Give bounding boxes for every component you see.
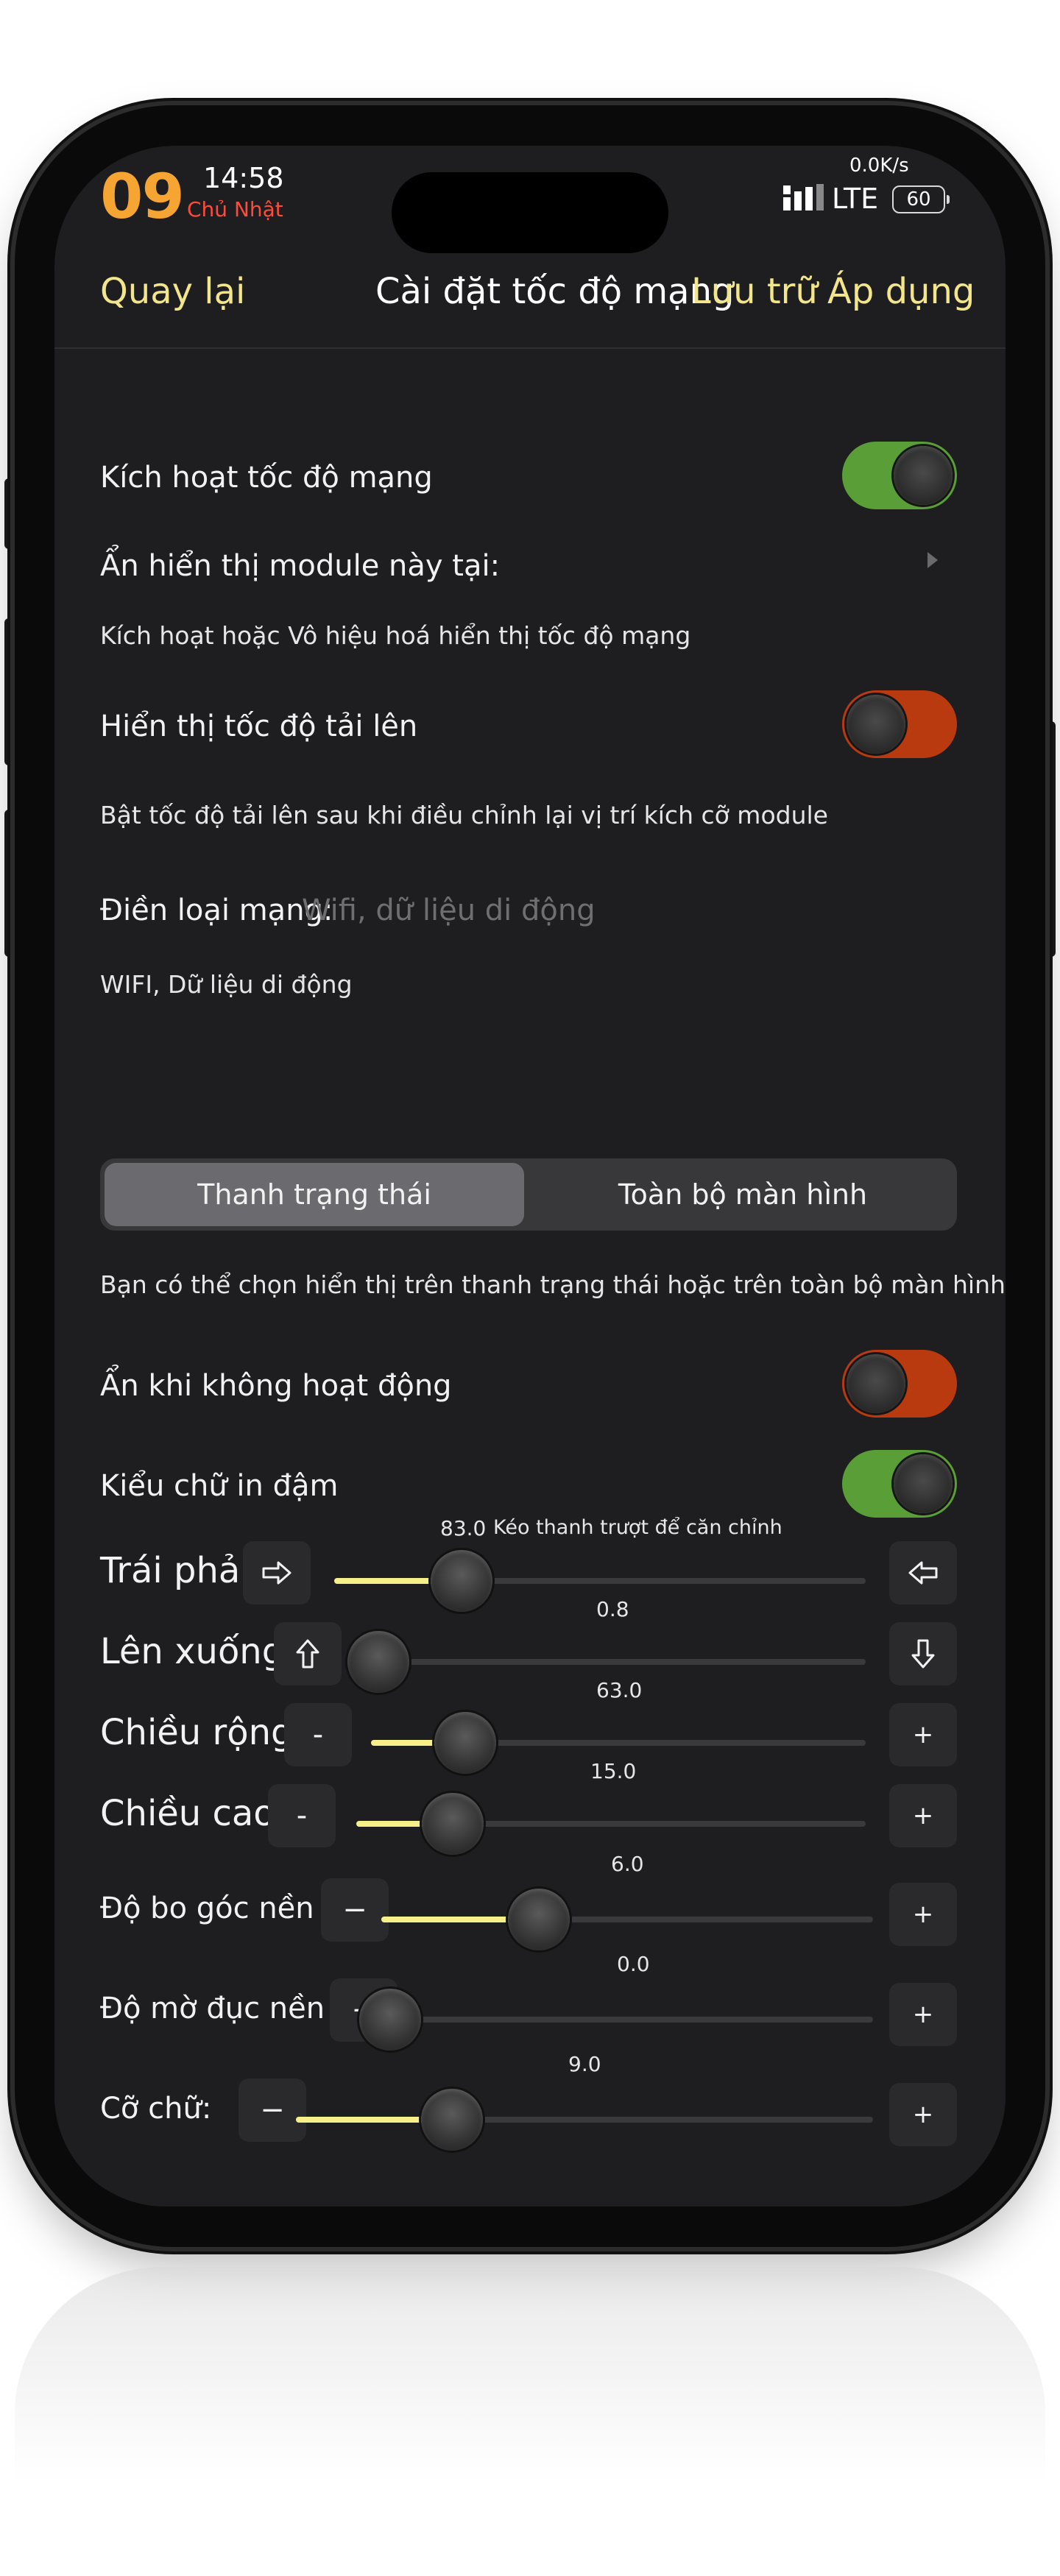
arrow-up-button[interactable] (274, 1622, 342, 1685)
bold-font-toggle[interactable] (842, 1450, 957, 1518)
slider-thumb[interactable] (359, 1989, 421, 2050)
slider-thumb[interactable] (431, 1550, 492, 1612)
arrow-left-icon (908, 1561, 938, 1585)
action-button (4, 478, 15, 549)
network-type-label: Điền loại mạng: (100, 894, 333, 927)
slider-thumb[interactable] (422, 1793, 484, 1855)
save-button[interactable]: Lưu trữ (691, 271, 818, 312)
slider-thumb[interactable] (347, 1631, 409, 1693)
toggle-knob (894, 1454, 953, 1513)
dynamic-island (392, 172, 668, 253)
hide-inactive-label: Ẩn khi không hoạt động (100, 1369, 452, 1403)
up-down-slider[interactable] (347, 1631, 866, 1693)
height-label: Chiều cao (100, 1793, 275, 1834)
height-increase-button[interactable]: + (889, 1784, 957, 1847)
status-network: LTE (832, 183, 879, 215)
slider-thumb[interactable] (421, 2089, 483, 2151)
status-weekday: Chủ Nhật (187, 197, 283, 222)
font-size-slider[interactable] (296, 2089, 873, 2151)
display-mode-note: Bạn có thể chọn hiển thị trên thanh trạn… (100, 1270, 1006, 1299)
network-type-note: WIFI, Dữ liệu di động (100, 970, 353, 999)
left-right-hint: Kéo thanh trượt để căn chỉnh (493, 1516, 782, 1539)
toggle-knob (894, 446, 953, 505)
network-type-input[interactable]: Wifi, dữ liệu di động (302, 894, 596, 927)
nav-bar: Quay lại Cài đặt tốc độ mạng Lưu trữ Áp … (54, 256, 1006, 349)
arrow-right-icon (262, 1561, 292, 1585)
font-size-increase-button[interactable]: + (889, 2083, 957, 2146)
arrow-left-button[interactable] (889, 1541, 957, 1604)
width-decrease-button[interactable]: - (284, 1703, 352, 1766)
height-value: 15.0 (590, 1759, 637, 1783)
upload-speed-toggle[interactable] (842, 690, 957, 758)
hide-module-label: Ẩn hiển thị module này tại: (100, 549, 501, 583)
slider-thumb[interactable] (434, 1712, 496, 1774)
enable-speed-toggle[interactable] (842, 442, 957, 509)
corner-slider[interactable] (381, 1889, 873, 1950)
font-size-decrease-button[interactable]: − (239, 2078, 306, 2142)
segment-full-screen[interactable]: Toàn bộ màn hình (533, 1163, 953, 1226)
opacity-increase-button[interactable]: + (889, 1983, 957, 2046)
font-size-value: 9.0 (568, 2052, 601, 2076)
width-increase-button[interactable]: + (889, 1703, 957, 1766)
bold-font-label: Kiểu chữ in đậm (100, 1469, 339, 1503)
back-button[interactable]: Quay lại (100, 271, 245, 312)
width-value: 63.0 (596, 1678, 643, 1702)
width-slider[interactable] (371, 1712, 866, 1774)
arrow-up-icon (296, 1639, 319, 1669)
upload-speed-note: Bật tốc độ tải lên sau khi điều chỉnh lạ… (100, 801, 828, 829)
arrow-down-button[interactable] (889, 1622, 957, 1685)
corner-decrease-button[interactable]: − (321, 1878, 389, 1942)
hide-module-note: Kích hoạt hoặc Vô hiệu hoá hiển thị tốc … (100, 621, 691, 650)
toggle-knob (847, 695, 905, 754)
corner-increase-button[interactable]: + (889, 1883, 957, 1946)
volume-down-button (4, 810, 15, 957)
chevron-right-icon[interactable] (928, 552, 938, 568)
page-title: Cài đặt tốc độ mạng (375, 271, 735, 312)
corner-label: Độ bo góc nền (100, 1892, 314, 1925)
status-net-speed: 0.0K/s (849, 155, 909, 177)
upload-speed-label: Hiển thị tốc độ tải lên (100, 710, 418, 743)
opacity-slider[interactable] (359, 1989, 873, 2050)
height-slider[interactable] (356, 1793, 866, 1855)
phone-reflection (15, 2267, 1045, 2576)
height-decrease-button[interactable]: - (268, 1784, 336, 1847)
corner-value: 6.0 (611, 1852, 644, 1876)
opacity-label: Độ mờ đục nền (100, 1992, 325, 2025)
status-time: 14:58 (203, 162, 284, 194)
arrow-right-button[interactable] (243, 1541, 311, 1604)
arrow-down-icon (911, 1639, 935, 1669)
battery-icon: 60 (892, 185, 950, 213)
signal-icon (783, 184, 824, 210)
display-mode-segmented: Thanh trạng thái Toàn bộ màn hình (100, 1158, 957, 1231)
apply-button[interactable]: Áp dụng (827, 271, 975, 312)
up-down-value: 0.8 (596, 1597, 629, 1621)
left-right-value: 83.0 (440, 1516, 487, 1540)
toggle-knob (847, 1354, 905, 1413)
slider-thumb[interactable] (508, 1889, 570, 1950)
opacity-value: 0.0 (617, 1952, 650, 1976)
status-day: 09 (100, 160, 185, 233)
left-right-label: Trái phải (100, 1550, 250, 1591)
width-label: Chiều rộng (100, 1712, 294, 1753)
settings-screen: 09 14:58 Chủ Nhật 0.0K/s LTE 60 Quay lại… (54, 146, 1006, 2207)
segment-status-bar[interactable]: Thanh trạng thái (105, 1163, 524, 1226)
up-down-label: Lên xuống (100, 1631, 285, 1672)
enable-speed-label: Kích hoạt tốc độ mạng (100, 461, 433, 495)
volume-up-button (4, 618, 15, 765)
left-right-slider[interactable] (334, 1550, 866, 1612)
power-button (1045, 721, 1056, 957)
font-size-label: Cỡ chữ: (100, 2092, 212, 2126)
hide-inactive-toggle[interactable] (842, 1350, 957, 1418)
